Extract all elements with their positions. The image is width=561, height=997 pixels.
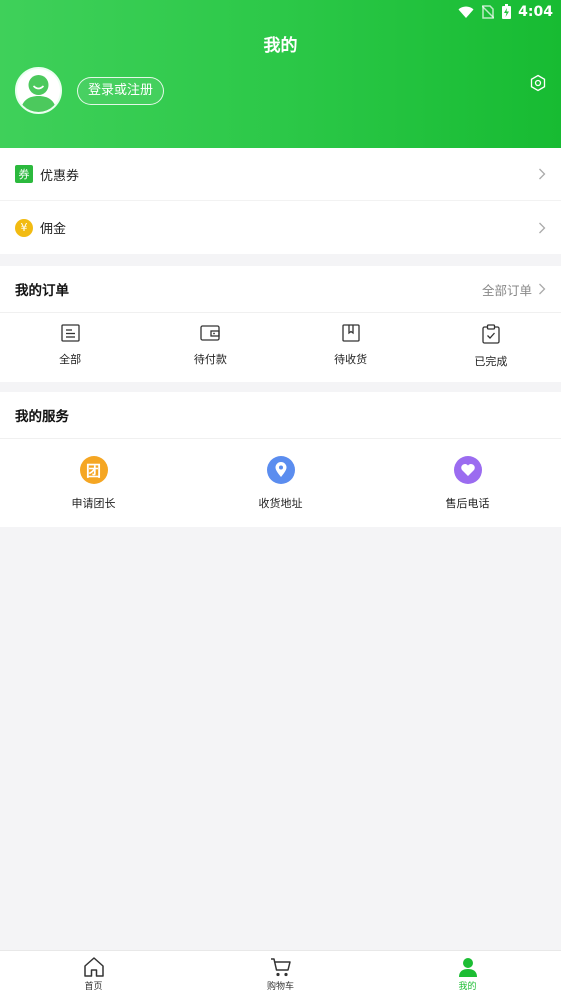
yen-icon: ¥: [15, 218, 33, 237]
home-icon: [83, 957, 104, 977]
service-apply-leader-label: 申请团长: [71, 497, 116, 510]
tab-home-label: 首页: [84, 982, 103, 992]
account-card: 券 优惠券 ¥ 佣金: [0, 148, 561, 254]
chevron-right-icon: [539, 222, 546, 233]
coupon-row[interactable]: 券 优惠券: [0, 148, 561, 201]
clipboard-check-icon: [482, 324, 500, 344]
order-pending-payment-label: 待付款: [193, 353, 227, 366]
orders-title: 我的订单: [15, 283, 69, 299]
service-aftersales-phone-label: 售后电话: [445, 497, 490, 510]
all-orders-link[interactable]: 全部订单: [482, 280, 532, 299]
page-title: 我的: [263, 36, 298, 56]
service-address-label: 收货地址: [258, 497, 303, 510]
service-address[interactable]: 收货地址: [187, 439, 374, 527]
chevron-right-icon: [539, 283, 546, 295]
tab-mine-label: 我的: [458, 982, 477, 992]
commission-label: 佣金: [40, 222, 67, 237]
order-all-label: 全部: [59, 353, 82, 366]
status-bar: 4:04: [0, 0, 561, 26]
order-all[interactable]: 全部: [0, 313, 140, 382]
order-pending-receipt-label: 待收货: [334, 353, 368, 366]
wifi-icon: [458, 4, 474, 23]
order-status-grid: 全部 待付款 待收货 已完成: [0, 313, 561, 382]
coupon-icon: 券: [15, 165, 33, 183]
status-time: 4:04: [518, 4, 553, 20]
heart-icon: [453, 456, 482, 484]
no-sim-icon: [481, 4, 495, 23]
status-icons: [458, 4, 511, 23]
tab-cart-label: 购物车: [266, 982, 294, 992]
group-icon: 团: [79, 456, 108, 484]
services-header: 我的服务: [0, 392, 561, 439]
location-pin-icon: [266, 456, 295, 484]
order-pending-payment[interactable]: 待付款: [140, 313, 280, 382]
list-icon: [60, 324, 80, 342]
services-title: 我的服务: [15, 409, 69, 425]
settings-icon[interactable]: [529, 74, 547, 92]
services-card: 我的服务 团 申请团长 收货地址 售后电话: [0, 392, 561, 527]
wallet-icon: [200, 325, 221, 341]
battery-charging-icon: [502, 4, 511, 23]
service-aftersales-phone[interactable]: 售后电话: [374, 439, 561, 527]
box-icon: [341, 324, 360, 342]
tab-mine[interactable]: 我的: [374, 951, 561, 997]
cart-icon: [270, 958, 291, 977]
coupon-label: 优惠券: [40, 168, 80, 184]
orders-header: 我的订单 全部订单: [0, 266, 561, 313]
order-pending-receipt[interactable]: 待收货: [281, 313, 421, 382]
chevron-right-icon: [539, 168, 546, 180]
user-icon: [458, 958, 477, 977]
order-completed[interactable]: 已完成: [421, 313, 561, 382]
tab-home[interactable]: 首页: [0, 951, 187, 997]
order-completed-label: 已完成: [474, 355, 508, 368]
tab-cart[interactable]: 购物车: [187, 951, 374, 997]
profile-header: 4:04 我的 登录或注册: [0, 0, 561, 148]
bottom-tab-bar: 首页 购物车 我的: [0, 950, 561, 997]
avatar-placeholder-icon: [17, 69, 60, 112]
service-apply-leader[interactable]: 团 申请团长: [0, 439, 187, 527]
services-grid: 团 申请团长 收货地址 售后电话: [0, 439, 561, 527]
avatar[interactable]: [15, 67, 62, 114]
orders-card: 我的订单 全部订单 全部 待付款 待收货 已完成: [0, 266, 561, 382]
commission-row[interactable]: ¥ 佣金: [0, 201, 561, 254]
login-register-button[interactable]: 登录或注册: [77, 77, 165, 105]
